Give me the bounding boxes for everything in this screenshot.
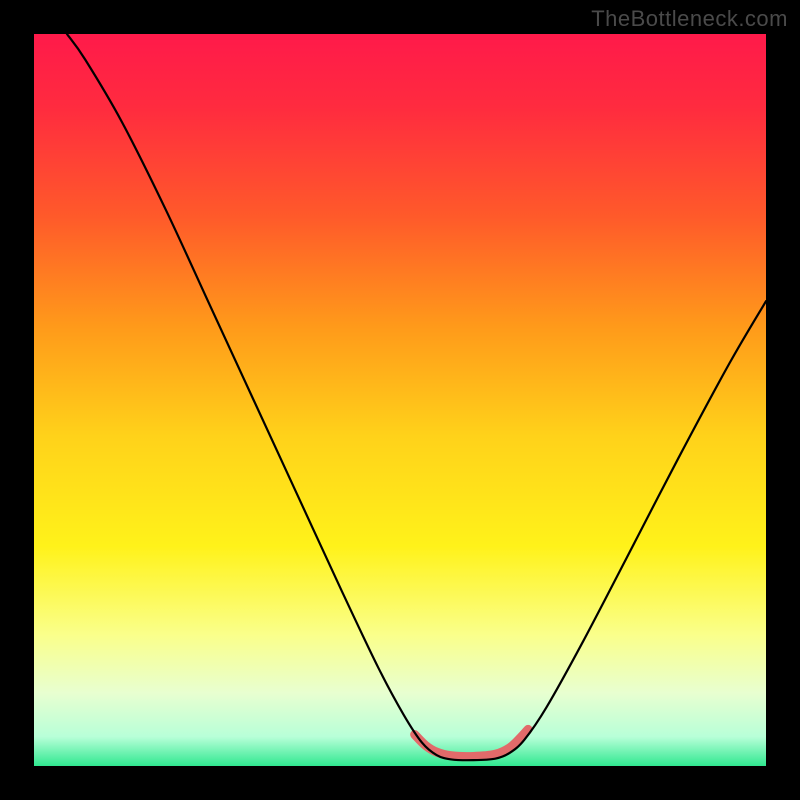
watermark-text: TheBottleneck.com — [591, 6, 788, 32]
chart-frame: TheBottleneck.com — [0, 0, 800, 800]
gradient-background — [34, 34, 766, 766]
bottleneck-chart — [0, 0, 800, 800]
